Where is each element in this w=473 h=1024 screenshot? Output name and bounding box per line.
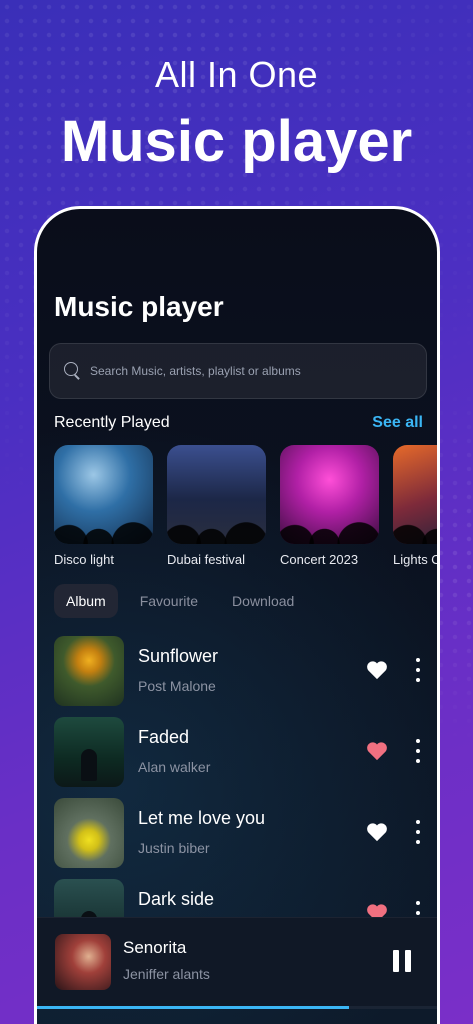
song-row-let-me-love-you[interactable]: Let me love you Justin biber <box>54 798 424 868</box>
progress-fill <box>37 1006 349 1009</box>
now-playing-bar[interactable]: Senorita Jeniffer alants <box>37 917 437 1009</box>
recent-card-dubai-festival[interactable]: Dubai festival <box>167 445 266 567</box>
now-playing-artist: Jeniffer alants <box>123 966 210 982</box>
recently-played-title: Recently Played <box>54 414 170 431</box>
recent-thumbnail <box>280 445 379 544</box>
search-bar[interactable] <box>49 343 427 399</box>
more-options-icon[interactable] <box>412 739 424 763</box>
search-input[interactable] <box>90 364 426 378</box>
song-artist: Alan walker <box>138 759 211 775</box>
heart-icon[interactable] <box>366 822 388 842</box>
album-art <box>54 798 124 868</box>
song-artist: Justin biber <box>138 840 210 856</box>
song-row-sunflower[interactable]: Sunflower Post Malone <box>54 636 424 706</box>
tab-album[interactable]: Album <box>54 584 118 618</box>
recent-thumbnail <box>393 445 437 544</box>
recent-label: Concert 2023 <box>280 552 359 567</box>
recent-label: Disco light <box>54 552 114 567</box>
promo-headline-line1: All In One <box>154 54 319 95</box>
song-artist: Post Malone <box>138 678 216 694</box>
album-art <box>54 717 124 787</box>
song-title: Faded <box>138 727 190 747</box>
album-art <box>54 636 124 706</box>
library-tabs: Album Favourite Download <box>54 584 306 618</box>
now-playing-art <box>55 934 111 990</box>
promo-headline-line2: Music player <box>60 109 413 174</box>
recent-label: Dubai festival <box>167 552 246 567</box>
tab-download[interactable]: Download <box>220 584 306 618</box>
recent-card-disco-light[interactable]: Disco light <box>54 445 153 567</box>
song-title: Dark side <box>138 889 215 909</box>
progress-track[interactable] <box>37 1006 437 1009</box>
recent-thumbnail <box>54 445 153 544</box>
recent-card-lights[interactable]: Lights O <box>393 445 440 567</box>
pause-icon[interactable] <box>393 950 411 972</box>
search-icon <box>64 362 82 380</box>
heart-icon[interactable] <box>366 741 388 761</box>
recent-thumbnail <box>167 445 266 544</box>
recent-card-concert-2023[interactable]: Concert 2023 <box>280 445 379 567</box>
heart-icon[interactable] <box>366 660 388 680</box>
song-row-faded[interactable]: Faded Alan walker <box>54 717 424 787</box>
recently-played-list: Disco light Dubai festival Concert 2023 … <box>54 445 440 567</box>
tab-favourite[interactable]: Favourite <box>128 584 210 618</box>
now-playing-title: Senorita <box>123 938 187 957</box>
app-title: Music player <box>54 291 224 322</box>
recent-label: Lights O <box>393 552 440 567</box>
more-options-icon[interactable] <box>412 820 424 844</box>
phone-frame: Music player Recently Played See all Dis… <box>34 206 440 1024</box>
see-all-link[interactable]: See all <box>372 414 423 432</box>
song-title: Let me love you <box>138 808 266 828</box>
more-options-icon[interactable] <box>412 658 424 682</box>
song-title: Sunflower <box>138 646 219 666</box>
